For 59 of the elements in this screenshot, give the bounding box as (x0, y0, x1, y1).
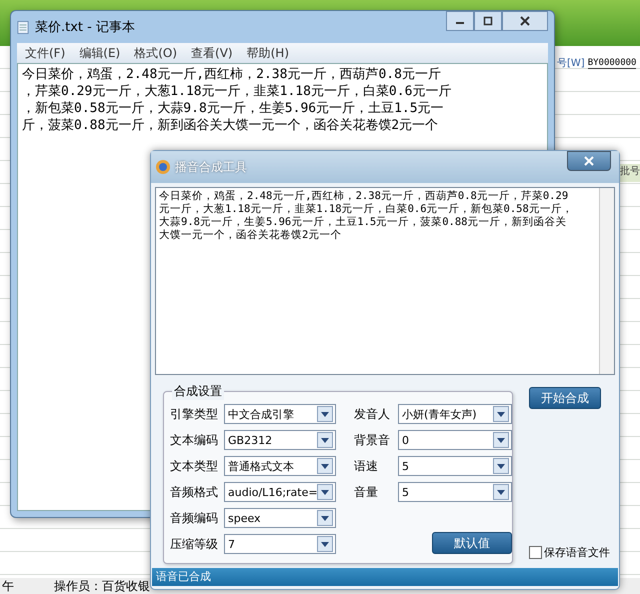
start-button[interactable]: 开始合成 (529, 387, 601, 409)
setting-label: 文本类型 (170, 458, 219, 474)
window-title: 播音合成工具 (175, 158, 247, 176)
close-icon (584, 156, 594, 166)
caret-icon (497, 490, 505, 494)
default-button[interactable]: 默认值 (432, 532, 512, 554)
close-icon (520, 16, 530, 26)
setting-label: 背景音 (354, 432, 391, 448)
caret-icon (497, 438, 505, 442)
setting-label: 压缩等级 (170, 536, 219, 552)
caret-icon (321, 542, 329, 546)
dropdown[interactable]: GB2312 (224, 430, 336, 450)
dropdown[interactable]: 5 (398, 456, 512, 476)
status-bar: 语音已合成 (152, 568, 618, 586)
setting-label: 音频编码 (170, 510, 219, 526)
menu-item[interactable]: 帮助(H) (246, 44, 289, 62)
dropdown[interactable]: 中文合成引擎 (224, 404, 336, 424)
dropdown[interactable]: 7 (224, 534, 336, 554)
checkbox-label: 保存语音文件 (544, 545, 610, 560)
dropdown[interactable]: 普通格式文本 (224, 456, 336, 476)
menu-item[interactable]: 格式(O) (134, 44, 178, 62)
dropdown[interactable]: speex (224, 508, 336, 528)
close-button[interactable] (567, 151, 611, 171)
setting-label: 引擎类型 (170, 406, 219, 422)
setting-label: 文本编码 (170, 432, 219, 448)
setting-label: 音量 (354, 484, 379, 500)
group-title: 合成设置 (172, 383, 224, 400)
status-text: 午 (2, 578, 14, 594)
menu-item[interactable]: 编辑(E) (79, 44, 120, 62)
text-area[interactable]: 今日菜价，鸡蛋，2.48元一斤,西红柿，2.38元一斤，西葫芦0.8元一斤，芹菜0.29 元一斤，大葱1.18元一斤，韭菜1.18元一斤，白菜0.6元一斤，新包菜0.58元一斤， 大蒜9.8元一斤，生姜5.96元一斤，土豆1.5元一斤，菠菜0.88元一斤，新到函谷关 大馍一元一个，函谷关花卷馍2元一个 (155, 187, 615, 375)
checkbox[interactable] (529, 546, 542, 559)
minimize-button[interactable] (446, 11, 474, 31)
dropdown[interactable]: 5 (398, 482, 512, 502)
notepad-icon (17, 20, 29, 34)
app-icon (155, 159, 171, 175)
setting-label: 发音人 (354, 406, 391, 422)
operator-text: 操作员：百货收银 (54, 578, 150, 594)
caret-icon (321, 464, 329, 468)
maximize-icon (483, 16, 493, 26)
caret-icon (321, 490, 329, 494)
setting-label: 音频格式 (170, 484, 219, 500)
menu-item[interactable]: 查看(V) (191, 44, 233, 62)
setting-label: 语速 (354, 458, 379, 474)
caret-icon (497, 412, 505, 416)
dropdown[interactable]: audio/L16;rate= (224, 482, 336, 502)
menu-item[interactable]: 文件(F) (25, 44, 66, 62)
dropdown[interactable]: 0 (398, 430, 512, 450)
caret-icon (321, 438, 329, 442)
column-header: 批号 (620, 164, 640, 182)
code-field[interactable]: BY0000000 (588, 58, 636, 68)
dropdown[interactable]: 小妍(青年女声) (398, 404, 512, 424)
caret-icon (321, 412, 329, 416)
close-button[interactable] (502, 11, 548, 31)
window-title: 菜价.txt - 记事本 (35, 19, 135, 36)
scrollbar[interactable] (599, 188, 614, 374)
caret-icon (321, 516, 329, 520)
caret-icon (497, 464, 505, 468)
maximize-button[interactable] (474, 11, 502, 31)
field-label: 号[W] (557, 57, 585, 70)
